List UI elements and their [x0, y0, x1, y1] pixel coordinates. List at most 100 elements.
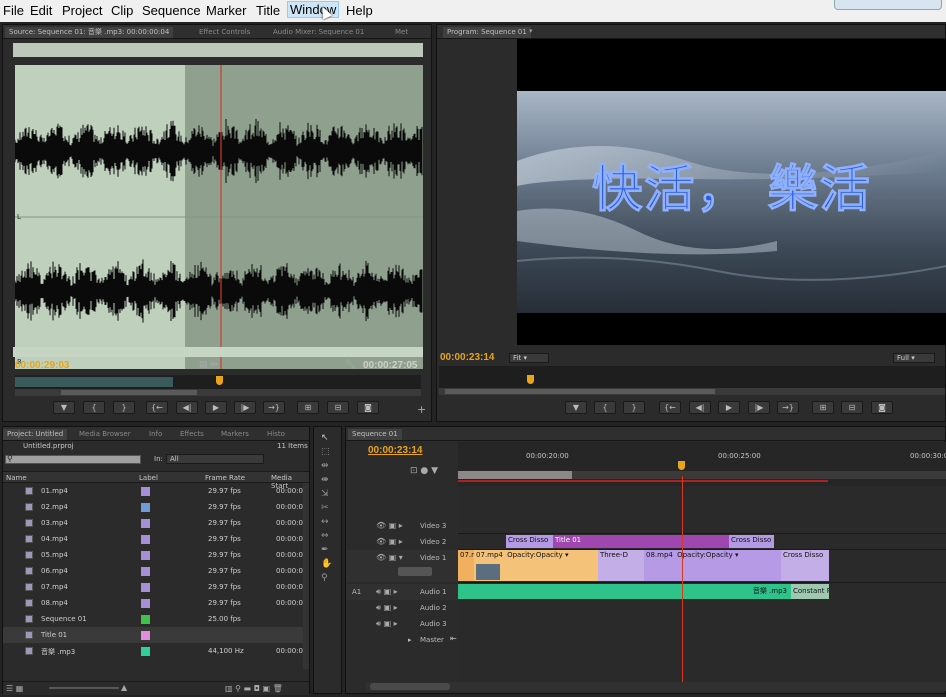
go-to-out-button[interactable]: →}	[263, 401, 285, 414]
tab-info[interactable]: Info	[149, 429, 162, 440]
timeline-tracks-area[interactable]: Cross Disso Title 01 Cross Disso 07.r 07…	[458, 476, 946, 682]
in-filter-select[interactable]: All	[166, 454, 264, 464]
keyframe-nav[interactable]	[398, 567, 432, 576]
lift-button[interactable]: ⊞	[812, 401, 834, 414]
timeline-ruler[interactable]: 00:00:20:00 00:00:25:00 00:00:30:0	[458, 442, 946, 486]
project-row[interactable]: Sequence 01 25.00 fps	[3, 611, 303, 627]
project-row-label-swatch[interactable]	[141, 599, 150, 608]
tab-audio-mixer[interactable]: Audio Mixer: Sequence 01	[273, 27, 364, 38]
timeline-cti-marker[interactable]	[678, 461, 685, 470]
clip-three-d[interactable]: Three-D	[598, 550, 644, 581]
tab-history[interactable]: Histo	[267, 429, 285, 440]
wrench-icon[interactable]: 🔧︎	[345, 360, 356, 370]
project-row-label-swatch[interactable]	[141, 583, 150, 592]
speaker-icon[interactable]: 🔊︎ ▣ ▸	[376, 619, 398, 629]
clip-cross-dissolve-v1[interactable]: Cross Disso	[781, 550, 829, 581]
program-go-in-button[interactable]: {←	[659, 401, 681, 414]
source-waveform[interactable]: L L R R	[15, 65, 423, 369]
project-row[interactable]: 05.mp4 29.97 fps 00:00:0	[3, 547, 303, 563]
tab-media-browser[interactable]: Media Browser	[79, 429, 131, 440]
project-row[interactable]: 03.mp4 29.97 fps 00:00:0	[3, 515, 303, 531]
extract-button[interactable]: ⊟	[841, 401, 863, 414]
clip-07-first[interactable]: 07.r	[458, 550, 474, 581]
list-view-icon[interactable]: ☰ ▦	[6, 684, 23, 693]
program-video-frame[interactable]: 快活， 樂活	[517, 39, 946, 345]
program-mark-in-button[interactable]: {	[594, 401, 616, 414]
work-area-bar[interactable]	[458, 471, 946, 479]
overlay-button[interactable]: ⊟	[327, 401, 349, 414]
project-row-label-swatch[interactable]	[141, 567, 150, 576]
program-timecode[interactable]: 00:00:23:14	[440, 352, 494, 363]
project-scrollbar[interactable]	[303, 483, 309, 669]
add-button-icon[interactable]: +	[417, 403, 426, 416]
slip-tool-icon[interactable]: ↔	[321, 517, 329, 527]
project-row-label-swatch[interactable]	[141, 615, 150, 624]
menu-clip[interactable]: Clip	[111, 3, 133, 18]
col-label[interactable]: Label	[139, 474, 158, 482]
project-row-label-swatch[interactable]	[141, 631, 150, 640]
project-row-label-swatch[interactable]	[141, 551, 150, 560]
razor-tool-icon[interactable]: ✂	[321, 503, 329, 513]
program-step-forward-button[interactable]: |▶	[748, 401, 770, 414]
menu-marker[interactable]: Marker	[206, 3, 246, 18]
rolling-edit-tool-icon[interactable]: ⇼	[321, 475, 329, 485]
selection-tool-icon[interactable]: ↖	[321, 433, 329, 443]
project-row-label-swatch[interactable]	[141, 519, 150, 528]
tab-metadata[interactable]: Met	[395, 27, 408, 38]
col-frame-rate[interactable]: Frame Rate	[205, 474, 245, 482]
clip-07-mp4[interactable]: 07.mp4 Opacity:Opacity ▾	[474, 550, 598, 581]
project-row-label-swatch[interactable]	[141, 647, 150, 656]
safe-margins-icon[interactable]: ▤ ⇹	[199, 360, 218, 370]
program-marker-button[interactable]: ▼	[565, 401, 587, 414]
project-row-label-swatch[interactable]	[141, 503, 150, 512]
project-row-label-swatch[interactable]	[141, 487, 150, 496]
clip-music-mp3[interactable]: 音樂 .mp3	[458, 584, 791, 599]
rate-stretch-tool-icon[interactable]: ⇲	[321, 489, 329, 499]
play-button[interactable]: ▶	[205, 401, 227, 414]
thumbnail-size-slider[interactable]	[49, 687, 119, 689]
project-row[interactable]: 02.mp4 29.97 fps 00:00:0	[3, 499, 303, 515]
eye-icon[interactable]: 👁︎ ▣ ▾	[376, 553, 403, 562]
clip-08-mp4[interactable]: 08.mp4 Opacity:Opacity ▾	[644, 550, 781, 581]
source-track-a1[interactable]: A1	[352, 588, 361, 596]
project-row[interactable]: Title 01	[3, 627, 303, 643]
project-search-input[interactable]: ⚲	[5, 454, 141, 464]
step-back-button[interactable]: ◀|	[176, 401, 198, 414]
tab-project[interactable]: Project: Untitled	[3, 429, 68, 440]
set-marker-button[interactable]: ▼	[53, 401, 75, 414]
menu-sequence[interactable]: Sequence	[142, 3, 201, 18]
source-zoom-scroll[interactable]	[15, 389, 421, 396]
slide-tool-icon[interactable]: ⇔	[321, 531, 329, 541]
hand-tool-icon[interactable]: ✋	[321, 559, 332, 569]
program-go-out-button[interactable]: →}	[777, 401, 799, 414]
tab-effect-controls[interactable]: Effect Controls	[199, 27, 250, 38]
project-row-label-swatch[interactable]	[141, 535, 150, 544]
speaker-icon[interactable]: 🔊︎ ▣ ▸	[376, 587, 398, 597]
pen-tool-icon[interactable]: ✒	[321, 545, 329, 555]
go-to-in-button[interactable]: {←	[146, 401, 168, 414]
ripple-edit-tool-icon[interactable]: ⇹	[321, 461, 329, 471]
eye-icon[interactable]: 👁︎ ▣ ▸	[376, 521, 403, 530]
project-row[interactable]: 音樂 .mp3 44,100 Hz 00:00:0	[3, 643, 303, 659]
export-frame-button[interactable]: ◙	[357, 401, 379, 414]
project-actions-icons[interactable]: ▥ ⚲ ▬ ◘ ▣ 🗑︎	[225, 684, 283, 693]
program-time-ruler[interactable]	[439, 366, 945, 388]
tab-effects[interactable]: Effects	[180, 429, 204, 440]
insert-button[interactable]: ⊞	[297, 401, 319, 414]
program-step-back-button[interactable]: ◀|	[689, 401, 711, 414]
project-row[interactable]: 06.mp4 29.97 fps 00:00:0	[3, 563, 303, 579]
menu-project[interactable]: Project	[62, 3, 102, 18]
zoom-tool-icon[interactable]: ⚲	[321, 573, 328, 583]
col-name[interactable]: Name	[6, 474, 27, 482]
program-export-frame-button[interactable]: ◙	[871, 401, 893, 414]
project-row[interactable]: 08.mp4 29.97 fps 00:00:0	[3, 595, 303, 611]
tab-source[interactable]: Source: Sequence 01: 音樂 .mp3: 00:00:00:0…	[5, 27, 174, 38]
project-row[interactable]: 01.mp4 29.97 fps 00:00:0	[3, 483, 303, 499]
menu-edit[interactable]: Edit	[30, 3, 52, 18]
program-play-button[interactable]: ▶	[718, 401, 740, 414]
project-row[interactable]: 04.mp4 29.97 fps 00:00:0	[3, 531, 303, 547]
program-zoom-scroll[interactable]	[439, 388, 945, 395]
eye-icon[interactable]: 👁︎ ▣ ▸	[376, 537, 403, 546]
clip-cross-dissolve[interactable]: Cross Disso	[729, 535, 774, 548]
playback-quality-select[interactable]: Full ▾	[893, 353, 935, 363]
